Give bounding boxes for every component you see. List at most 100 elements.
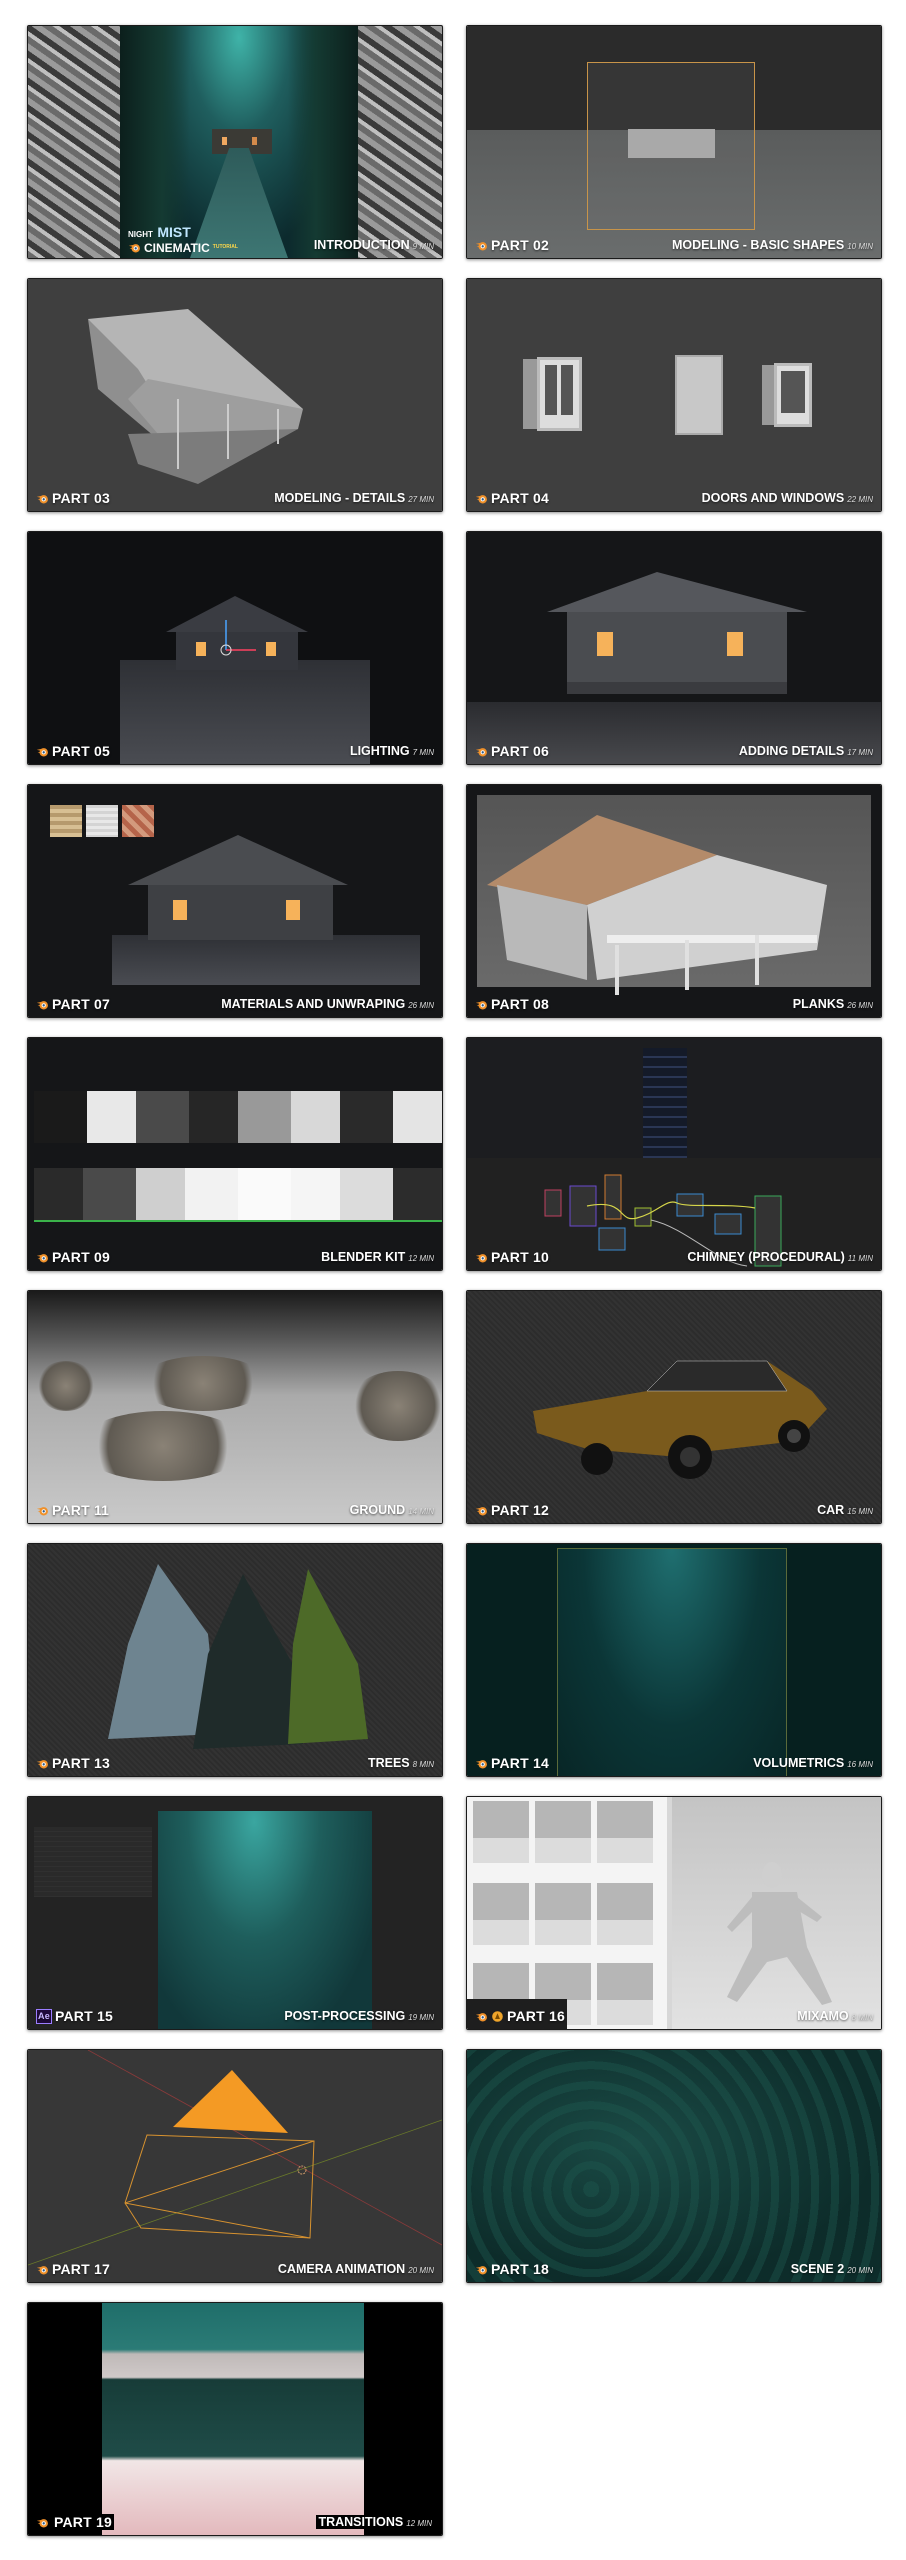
blender-icon xyxy=(475,1759,487,1769)
character-preview xyxy=(672,1797,881,2029)
part-label: PART 02 xyxy=(475,237,549,253)
thumbnail xyxy=(28,2303,442,2535)
lesson-title: LIGHTING 7 MIN xyxy=(349,744,434,758)
lesson-card-part-03[interactable]: PART 03 MODELING - DETAILS 27 MIN xyxy=(27,278,443,512)
lesson-title: TREES 8 MIN xyxy=(367,1756,434,1770)
part-label: PART 17 xyxy=(36,2261,110,2277)
thumbnail xyxy=(28,1291,442,1523)
lesson-card-part-07[interactable]: PART 07 MATERIALS AND UNWRAPING 26 MIN xyxy=(27,784,443,1018)
thumbnail xyxy=(467,2050,881,2282)
thumbnail xyxy=(28,1797,442,2029)
brand-tutorial: TUTORIAL xyxy=(212,244,238,250)
thumbnail xyxy=(28,279,442,511)
lesson-title: ADDING DETAILS 17 MIN xyxy=(738,744,873,758)
thumbnail: NIGHT MIST CINEMATIC TUTORIAL xyxy=(28,26,442,258)
brand-cinematic: CINEMATIC xyxy=(144,240,210,255)
thumbnail xyxy=(467,532,881,764)
lesson-duration: 17 MIN xyxy=(847,748,873,757)
blender-icon xyxy=(475,747,487,757)
thumbnail xyxy=(467,279,881,511)
lesson-card-part-09[interactable]: PART 09 BLENDER KIT 12 MIN xyxy=(27,1037,443,1271)
lesson-card-part-14[interactable]: PART 14 VOLUMETRICS 16 MIN xyxy=(466,1543,882,1777)
thumbnail xyxy=(467,26,881,258)
lesson-grid: NIGHT MIST CINEMATIC TUTORIAL INTRODUCTI… xyxy=(0,0,906,2560)
blender-icon xyxy=(128,244,140,253)
lesson-title: MATERIALS AND UNWRAPING 26 MIN xyxy=(221,997,434,1011)
blender-icon xyxy=(475,241,487,251)
blender-icon xyxy=(475,1506,487,1516)
lesson-card-part-06[interactable]: PART 06 ADDING DETAILS 17 MIN xyxy=(466,531,882,765)
blender-icon xyxy=(475,494,487,504)
part-label: Ae PART 15 xyxy=(36,2008,113,2024)
part-label: PART 09 xyxy=(36,1249,110,1265)
animation-list xyxy=(467,1797,667,2029)
lesson-title: CHIMNEY (PROCEDURAL) 11 MIN xyxy=(687,1250,873,1264)
lesson-title: MODELING - DETAILS 27 MIN xyxy=(274,491,434,505)
part-label: PART 03 xyxy=(36,490,110,506)
lesson-duration: 27 MIN xyxy=(408,495,434,504)
lesson-title: CAMERA ANIMATION 20 MIN xyxy=(277,2262,434,2276)
lesson-duration: 20 MIN xyxy=(847,2266,873,2275)
part-label: PART 18 xyxy=(475,2261,549,2277)
lesson-card-part-11[interactable]: PART 11 GROUND 14 MIN xyxy=(27,1290,443,1524)
lesson-duration: 22 MIN xyxy=(847,495,873,504)
thumbnail xyxy=(467,1038,881,1270)
thumbnail xyxy=(467,1291,881,1523)
lesson-title: POST-PROCESSING 19 MIN xyxy=(284,2009,434,2023)
lesson-title: DOORS AND WINDOWS 22 MIN xyxy=(701,491,873,505)
lesson-duration: 8 MIN xyxy=(412,1760,434,1769)
brand-night: NIGHT xyxy=(128,230,153,239)
lesson-card-introduction[interactable]: NIGHT MIST CINEMATIC TUTORIAL INTRODUCTI… xyxy=(27,25,443,259)
lesson-card-part-10[interactable]: PART 10 CHIMNEY (PROCEDURAL) 11 MIN xyxy=(466,1037,882,1271)
lesson-duration: 16 MIN xyxy=(847,1760,873,1769)
lesson-title: BLENDER KIT 12 MIN xyxy=(321,1250,434,1264)
lesson-card-part-12[interactable]: PART 12 CAR 15 MIN xyxy=(466,1290,882,1524)
thumbnail xyxy=(28,1038,442,1270)
blender-icon xyxy=(475,1000,487,1010)
lesson-card-part-13[interactable]: PART 13 TREES 8 MIN xyxy=(27,1543,443,1777)
thumbnail xyxy=(467,785,881,1017)
lesson-duration: 19 MIN xyxy=(408,2013,434,2022)
lesson-duration: 9 MIN xyxy=(412,242,434,251)
lesson-card-part-08[interactable]: PART 08 PLANKS 26 MIN xyxy=(466,784,882,1018)
thumbnail xyxy=(467,1544,881,1776)
lesson-card-part-05[interactable]: PART 05 LIGHTING 7 MIN xyxy=(27,531,443,765)
part-label: PART 14 xyxy=(475,1755,549,1771)
lesson-card-part-15[interactable]: Ae PART 15 POST-PROCESSING 19 MIN xyxy=(27,1796,443,2030)
lesson-card-part-02[interactable]: PART 02 MODELING - BASIC SHAPES 10 MIN xyxy=(466,25,882,259)
lesson-title: MODELING - BASIC SHAPES 10 MIN xyxy=(671,238,873,252)
lesson-duration: 10 MIN xyxy=(847,242,873,251)
lesson-duration: 11 MIN xyxy=(847,1254,873,1263)
part-label: PART 11 xyxy=(36,1502,109,1518)
lesson-duration: 8 MIN xyxy=(851,2013,873,2022)
blender-icon xyxy=(36,747,48,757)
part-label: PART 19 xyxy=(36,2514,114,2530)
lesson-title: MIXAMO 8 MIN xyxy=(797,2009,873,2023)
lesson-card-part-18[interactable]: PART 18 SCENE 2 20 MIN xyxy=(466,2049,882,2283)
part-label: PART 08 xyxy=(475,996,549,1012)
project-panel xyxy=(34,1827,152,1897)
lesson-card-part-16[interactable]: PART 16 MIXAMO 8 MIN xyxy=(466,1796,882,2030)
blender-icon xyxy=(475,1253,487,1263)
lesson-title: SCENE 2 20 MIN xyxy=(790,2262,873,2276)
part-label: PART 07 xyxy=(36,996,110,1012)
lesson-duration: 12 MIN xyxy=(406,2519,432,2528)
lesson-card-part-17[interactable]: PART 17 CAMERA ANIMATION 20 MIN xyxy=(27,2049,443,2283)
lesson-duration: 20 MIN xyxy=(408,2266,434,2275)
lesson-title: INTRODUCTION 9 MIN xyxy=(313,238,434,252)
lesson-card-part-19[interactable]: PART 19 TRANSITIONS 12 MIN xyxy=(27,2302,443,2536)
part-label: PART 06 xyxy=(475,743,549,759)
lesson-card-part-04[interactable]: PART 04 DOORS AND WINDOWS 22 MIN xyxy=(466,278,882,512)
blender-icon xyxy=(36,1253,48,1263)
thumbnail xyxy=(28,785,442,1017)
blender-icon xyxy=(36,1506,48,1516)
lesson-duration: 14 MIN xyxy=(408,1507,434,1516)
mixamo-icon xyxy=(492,2010,503,2022)
part-label: PART 13 xyxy=(36,1755,110,1771)
blender-icon xyxy=(36,1000,48,1010)
blender-icon xyxy=(475,2012,487,2022)
part-label: PART 10 xyxy=(475,1249,549,1265)
part-label: PART 16 xyxy=(475,2008,565,2024)
blender-icon xyxy=(475,2265,487,2275)
thumbnail xyxy=(28,2050,442,2282)
